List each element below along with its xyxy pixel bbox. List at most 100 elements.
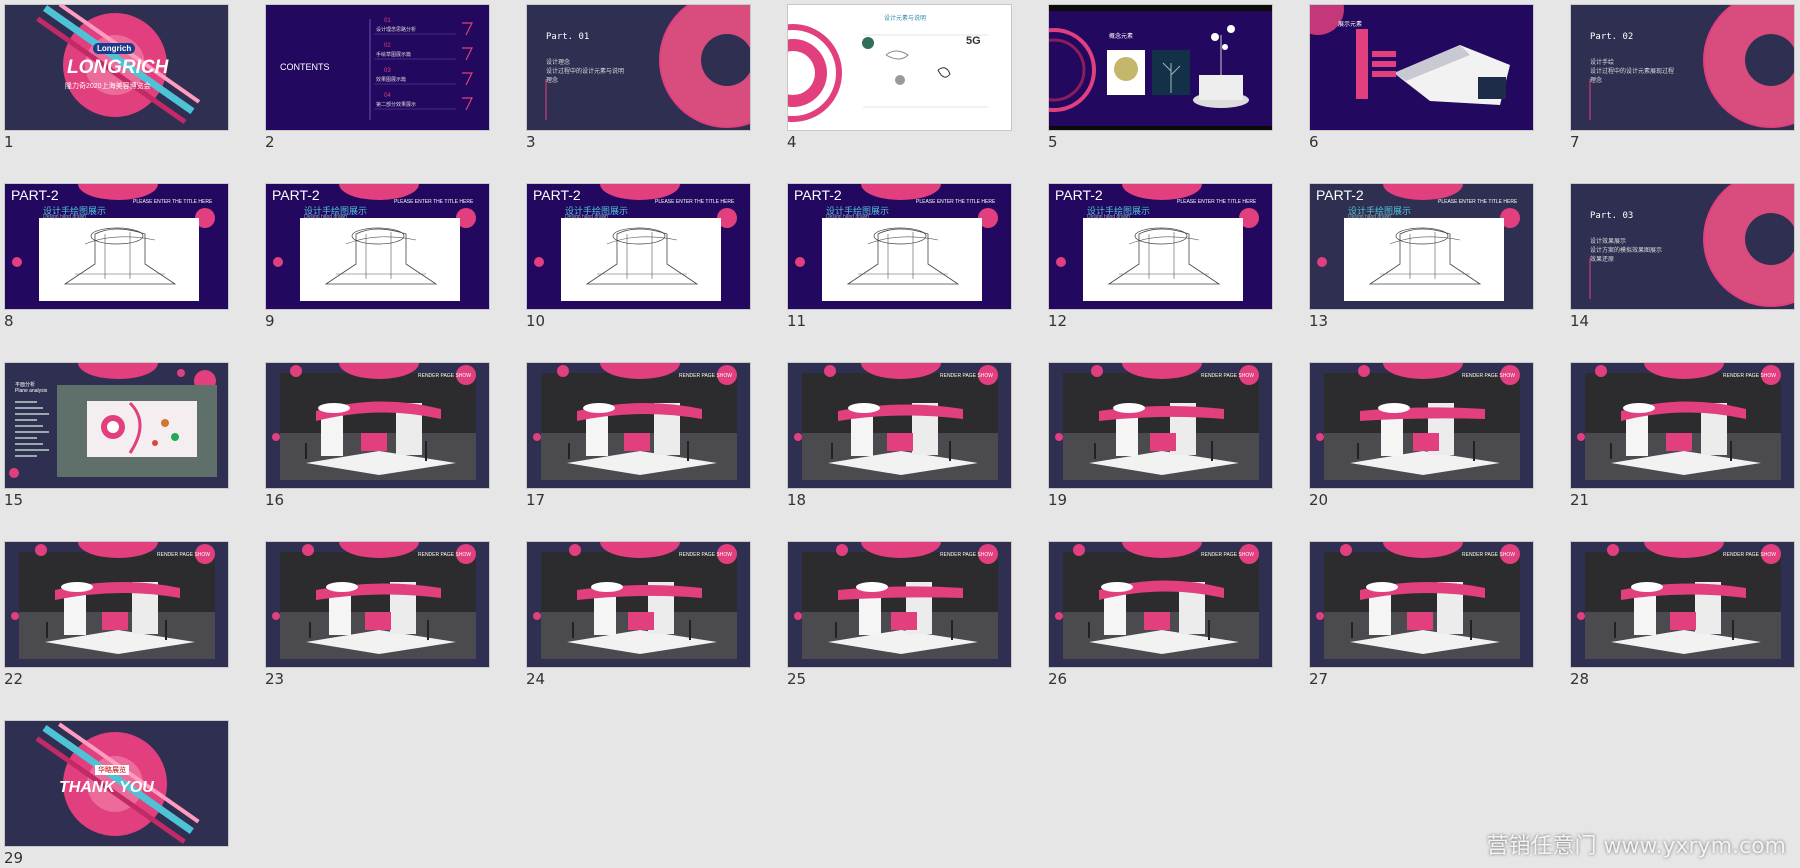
slide-thumbnail[interactable]: RENDER PAGE SHOW (265, 362, 490, 489)
slide-number: 24 (526, 670, 546, 688)
slide-tile[interactable]: PART-2 设计手绘图展示 Design hand drawn PLEASE ENT… (787, 183, 1012, 330)
render-label: RENDER PAGE SHOW (1462, 373, 1515, 379)
cover-title: LONGRICH (67, 57, 169, 78)
slide-number: 28 (1570, 670, 1590, 688)
slide-thumbnail[interactable]: RENDER PAGE SHOW (1048, 541, 1273, 668)
slide-thumbnail[interactable]: RENDER PAGE SHOW (4, 541, 229, 668)
slide-tile[interactable]: RENDER PAGE SHOW 28 (1570, 541, 1795, 688)
slide-thumbnail[interactable]: Part. 03 设计效果展示 设计方案的模拟效果图展示 效果还原 (1570, 183, 1795, 310)
slide-thumbnail[interactable]: 概念元素 (1048, 4, 1273, 131)
slide-tile[interactable]: 平面分析 Plane analysis 15 (4, 362, 229, 509)
slide-tile[interactable]: 概念元素 5 (1048, 4, 1273, 151)
sketch-title: PART-2 (1316, 187, 1364, 203)
sketch-title: PART-2 (1055, 187, 1103, 203)
slide-number: 8 (4, 312, 14, 330)
display-tag-3 (1372, 71, 1396, 77)
render-label: RENDER PAGE SHOW (1723, 552, 1776, 558)
slide-tile[interactable]: RENDER PAGE SHOW 23 (265, 541, 490, 688)
thanks-title: THANK YOU (59, 779, 154, 796)
slide-tile[interactable]: Longrich LONGRICH 隆力奇2020上海美容博览会 1 (4, 4, 229, 151)
sketch-right: PLEASE ENTER THE TITLE HERE (655, 199, 735, 205)
slide-tile[interactable]: RENDER PAGE SHOW 25 (787, 541, 1012, 688)
slide-number: 15 (4, 491, 24, 509)
slide-thumbnail[interactable]: RENDER PAGE SHOW (265, 541, 490, 668)
slide-thumbnail[interactable]: RENDER PAGE SHOW (1048, 362, 1273, 489)
slide-tile[interactable]: RENDER PAGE SHOW 22 (4, 541, 229, 688)
slide-tile[interactable]: RENDER PAGE SHOW 17 (526, 362, 751, 509)
sketch-right: PLEASE ENTER THE TITLE HERE (133, 199, 213, 205)
slide-thumbnail[interactable]: RENDER PAGE SHOW (1309, 541, 1534, 668)
slide-tile[interactable]: RENDER PAGE SHOW 27 (1309, 541, 1534, 688)
slide-tile[interactable]: PART-2 设计手绘图展示 Design hand drawn PLEASE ENT… (1048, 183, 1273, 330)
render-art (266, 363, 489, 488)
slide-thumbnail[interactable]: Part. 02 设计手绘 设计过程中的设计元素展现过程 理念 (1570, 4, 1795, 131)
badge-5g: 5G (966, 35, 981, 47)
slide-tile[interactable]: RENDER PAGE SHOW 16 (265, 362, 490, 509)
slide-thumbnail[interactable]: PART-2 设计手绘图展示 Design hand drawn PLEASE ENT… (526, 183, 751, 310)
slide-tile[interactable]: RENDER PAGE SHOW 19 (1048, 362, 1273, 509)
slide-tile[interactable]: PART-2 设计手绘图展示 Design hand drawn PLEASE ENT… (265, 183, 490, 330)
slide-tile[interactable]: 设计元素与说明 5G 4 (787, 4, 1012, 151)
slide-tile[interactable]: PART-2 设计手绘图展示 Design hand drawn PLEASE ENT… (4, 183, 229, 330)
slide-tile[interactable]: RENDER PAGE SHOW 26 (1048, 541, 1273, 688)
render-label: RENDER PAGE SHOW (1201, 552, 1254, 558)
contents-line-4: 第二部分效果展示 (376, 102, 417, 108)
slide-tile[interactable]: Part. 01 设计理念 设计过程中的设计元素与说明 理念 3 (526, 4, 751, 151)
slide-thumbnail[interactable]: RENDER PAGE SHOW (787, 541, 1012, 668)
slide-thumbnail[interactable]: RENDER PAGE SHOW (1570, 541, 1795, 668)
thanks-brand: 华略展览 (95, 765, 129, 775)
render-art (1310, 363, 1533, 488)
slide-thumbnail[interactable]: RENDER PAGE SHOW (526, 541, 751, 668)
slide-tile[interactable]: PART-2 设计手绘图展示 Design hand drawn PLEASE ENT… (1309, 183, 1534, 330)
slide-tile[interactable]: RENDER PAGE SHOW 20 (1309, 362, 1534, 509)
slide-number: 21 (1570, 491, 1590, 509)
slide-tile[interactable]: RENDER PAGE SHOW 24 (526, 541, 751, 688)
slide-thumbnail[interactable]: PART-2 设计手绘图展示 Design hand drawn PLEASE ENT… (787, 183, 1012, 310)
slide-number: 14 (1570, 312, 1590, 330)
slide-thumbnail[interactable]: PART-2 设计手绘图展示 Design hand drawn PLEASE ENT… (265, 183, 490, 310)
slide-number: 25 (787, 670, 807, 688)
slide-thumbnail[interactable]: RENDER PAGE SHOW (787, 362, 1012, 489)
slide-tile[interactable]: PART-2 设计手绘图展示 Design hand drawn PLEASE ENT… (526, 183, 751, 330)
contents-num-1: 01 (384, 18, 391, 24)
slide-tile[interactable]: Part. 02 设计手绘 设计过程中的设计元素展现过程 理念 7 (1570, 4, 1795, 151)
slide-number: 16 (265, 491, 285, 509)
slide-thumbnail[interactable]: RENDER PAGE SHOW (1309, 362, 1534, 489)
slide-thumbnail[interactable]: PART-2 设计手绘图展示 Design hand drawn PLEASE ENT… (1309, 183, 1534, 310)
contents-line-2: 手绘草图展示篇 (376, 52, 412, 58)
slide-number: 18 (787, 491, 807, 509)
slide-number: 3 (526, 133, 536, 151)
slide-thumbnail[interactable]: RENDER PAGE SHOW (526, 362, 751, 489)
sketch-small: Design hand drawn (826, 214, 870, 220)
slide-thumbnail[interactable]: RENDER PAGE SHOW (1570, 362, 1795, 489)
render-label: RENDER PAGE SHOW (418, 552, 471, 558)
slide-thumbnail[interactable]: PART-2 设计手绘图展示 Design hand drawn PLEASE ENT… (4, 183, 229, 310)
slide-tile[interactable]: CONTENTS 01 设计理念思路分析 02 手绘草图展示篇 03 效果图展示篇 04 第二部… (265, 4, 490, 151)
slide-tile[interactable]: Part. 03 设计效果展示 设计方案的模拟效果图展示 效果还原 14 (1570, 183, 1795, 330)
render-label: RENDER PAGE SHOW (940, 373, 993, 379)
sketch-small: Design hand drawn (1087, 214, 1131, 220)
slide-number: 7 (1570, 133, 1580, 151)
slide-thumbnail[interactable]: 华略展览 THANK YOU (4, 720, 229, 847)
slide-thumbnail[interactable]: Longrich LONGRICH 隆力奇2020上海美容博览会 (4, 4, 229, 131)
part-line-3: 效果还原 (1590, 257, 1615, 263)
slide-thumbnail[interactable]: CONTENTS 01 设计理念思路分析 02 手绘草图展示篇 03 效果图展示篇 04 第二部… (265, 4, 490, 131)
slide-tile[interactable]: RENDER PAGE SHOW 21 (1570, 362, 1795, 509)
slide-thumbnail[interactable]: 展示元素 (1309, 4, 1534, 131)
slide-thumbnail[interactable]: PART-2 设计手绘图展示 Design hand drawn PLEASE ENT… (1048, 183, 1273, 310)
render-label: RENDER PAGE SHOW (940, 552, 993, 558)
slide-tile[interactable]: RENDER PAGE SHOW 18 (787, 362, 1012, 509)
elements-heading: 设计元素与说明 (884, 16, 927, 22)
slide-tile[interactable]: 华略展览 THANK YOU 29 (4, 720, 229, 867)
sketch-right: PLEASE ENTER THE TITLE HERE (1177, 199, 1257, 205)
slide-thumbnail[interactable]: 设计元素与说明 5G (787, 4, 1012, 131)
slide-number: 19 (1048, 491, 1068, 509)
sketch-small: Design hand drawn (43, 214, 87, 220)
contents-title: CONTENTS (280, 62, 330, 72)
slide-thumbnail[interactable]: 平面分析 Plane analysis (4, 362, 229, 489)
sketch-small: Design hand drawn (565, 214, 609, 220)
slide-thumbnail[interactable]: Part. 01 设计理念 设计过程中的设计元素与说明 理念 (526, 4, 751, 131)
slide-tile[interactable]: 展示元素 6 (1309, 4, 1534, 151)
part-heading: Part. 02 (1590, 32, 1634, 42)
slide-number: 27 (1309, 670, 1329, 688)
